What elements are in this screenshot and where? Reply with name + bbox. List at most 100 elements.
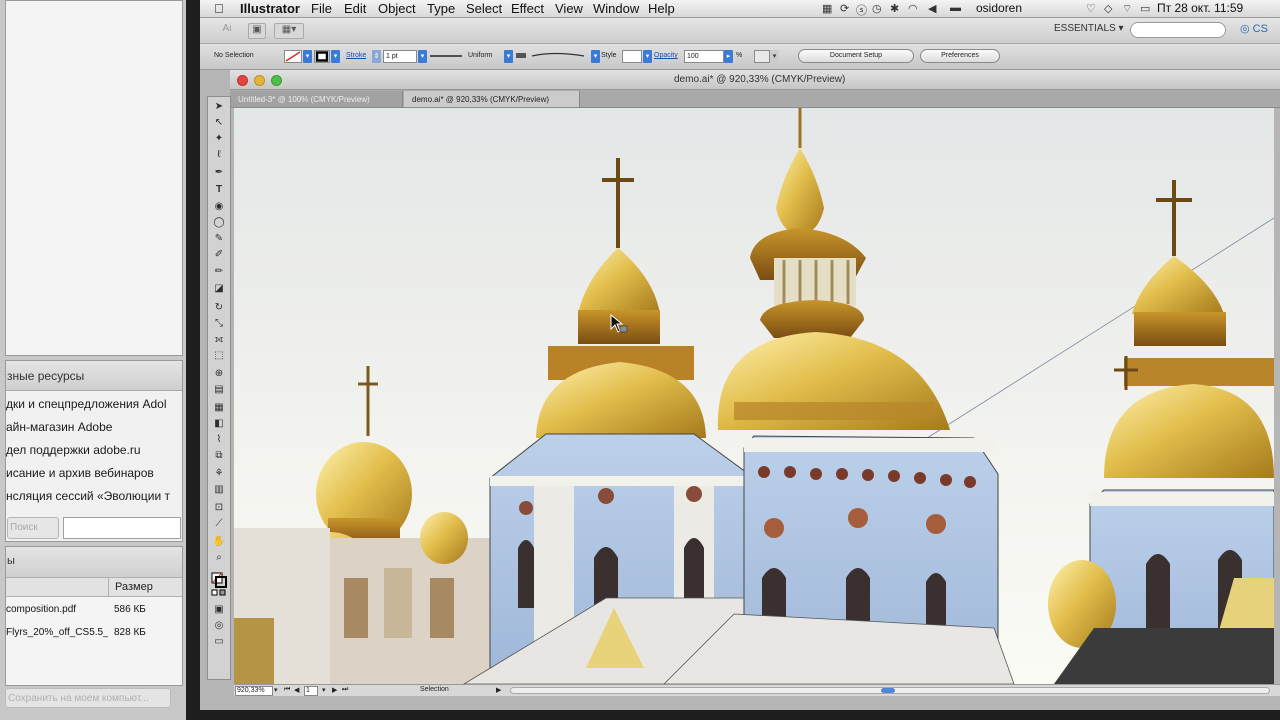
recolor-icon[interactable] xyxy=(754,50,770,63)
menu-help[interactable]: Help xyxy=(648,1,675,16)
volume-icon[interactable]: ◀ xyxy=(928,2,936,15)
stroke-weight-dropdown[interactable]: ▾ xyxy=(418,50,427,63)
menu-edit[interactable]: Edit xyxy=(344,1,366,16)
stroke-weight-field[interactable]: 1 pt xyxy=(383,50,417,63)
last-artboard-icon[interactable]: ⏭ xyxy=(342,686,348,694)
resource-link-store[interactable]: айн-магазин Adobe xyxy=(6,420,182,434)
menu-window[interactable]: Window xyxy=(593,1,639,16)
artboard-number-field[interactable]: 1 xyxy=(304,686,318,696)
variable-width-profile[interactable]: Uniform xyxy=(428,50,504,63)
width-tool-icon[interactable]: ⟗ xyxy=(211,333,227,347)
menu-select[interactable]: Select xyxy=(466,1,502,16)
skype-icon[interactable]: ⓢ xyxy=(856,2,867,18)
timemachine-icon[interactable]: ◷ xyxy=(872,2,882,15)
fill-swatch[interactable] xyxy=(284,50,302,63)
eraser-tool-icon[interactable]: ◪ xyxy=(211,282,227,296)
shape-builder-tool-icon[interactable]: ⊕ xyxy=(211,367,227,381)
pen-tool-icon[interactable]: ✒ xyxy=(211,166,227,180)
brush-dropdown[interactable]: ▾ xyxy=(591,50,600,63)
workspace-switcher[interactable]: ESSENTIALS ▾ xyxy=(1054,23,1124,34)
blend-tool-icon[interactable]: ⧉ xyxy=(211,449,227,463)
spiral-tool-icon[interactable]: ◉ xyxy=(211,200,227,214)
resource-link-sessions[interactable]: нсляция сессий «Эволюции т xyxy=(6,489,182,503)
brush-definition[interactable] xyxy=(514,50,590,63)
current-tool-status[interactable]: Selection xyxy=(420,686,449,693)
dropbox-icon[interactable]: ◇ xyxy=(1104,2,1112,15)
direct-selection-tool-icon[interactable]: ↖ xyxy=(211,116,227,130)
sync-icon[interactable]: ⟳ xyxy=(840,2,849,15)
gradient-tool-icon[interactable]: ◧ xyxy=(211,417,227,431)
profile-dropdown[interactable]: ▾ xyxy=(504,50,513,63)
mesh-tool-icon[interactable]: ▦ xyxy=(211,401,227,415)
spaces-icon[interactable]: ▦ xyxy=(822,2,832,15)
screen-mode-icon[interactable]: ▭ xyxy=(211,635,227,649)
perspective-grid-tool-icon[interactable]: ▤ xyxy=(211,383,227,397)
resource-link-offers[interactable]: дки и спецпредложения Adol xyxy=(6,397,182,411)
document-setup-button[interactable]: Document Setup xyxy=(798,49,914,63)
lasso-tool-icon[interactable]: ℓ xyxy=(211,148,227,162)
battery-icon[interactable]: ▭ xyxy=(1140,2,1150,15)
tab-demo-ai[interactable]: demo.ai* @ 920,33% (CMYK/Preview) xyxy=(404,91,580,107)
file-row[interactable]: Flyrs_20%_off_CS5.5_i 828 КБ xyxy=(6,624,182,642)
horizontal-scrollbar[interactable] xyxy=(510,687,1270,694)
stroke-stepper[interactable]: ⇕ xyxy=(372,50,381,63)
menu-type[interactable]: Type xyxy=(427,1,455,16)
artboard-dropdown-icon[interactable]: ▾ xyxy=(322,686,326,694)
stroke-label[interactable]: Stroke xyxy=(346,52,366,59)
symbol-sprayer-tool-icon[interactable]: ⚘ xyxy=(211,467,227,481)
wifi-signal-icon[interactable]: ⌔ xyxy=(1122,2,1132,16)
ellipse-tool-icon[interactable]: ◯ xyxy=(211,216,227,230)
column-graph-tool-icon[interactable]: ▥ xyxy=(211,483,227,497)
preferences-button[interactable]: Preferences xyxy=(920,49,1000,63)
search-input[interactable] xyxy=(63,517,181,539)
opacity-dropdown[interactable]: ▸ xyxy=(724,50,733,63)
color-mode-icon[interactable]: ▣ xyxy=(211,603,227,617)
paintbrush-tool-icon[interactable]: ✎ xyxy=(211,232,227,246)
save-to-computer-button[interactable]: Сохранить на моем компьют... xyxy=(5,688,171,708)
menu-file[interactable]: File xyxy=(311,1,332,16)
blob-brush-tool-icon[interactable]: ✐ xyxy=(211,248,227,262)
graphic-style-swatch[interactable] xyxy=(622,50,642,63)
wifi-icon[interactable]: ◠ xyxy=(908,2,918,15)
close-button[interactable] xyxy=(237,75,248,86)
draw-mode-icon[interactable]: ◎ xyxy=(211,619,227,633)
apple-icon[interactable]:  xyxy=(214,1,224,16)
style-dropdown[interactable]: ▾ xyxy=(643,50,652,63)
search-button[interactable]: Поиск xyxy=(7,517,59,539)
next-artboard-icon[interactable]: ▶ xyxy=(332,686,337,694)
rotate-tool-icon[interactable]: ↻ xyxy=(211,301,227,315)
resource-link-support[interactable]: дел поддержки adobe.ru xyxy=(6,443,182,457)
heart-icon[interactable]: ♡ xyxy=(1086,2,1096,15)
first-artboard-icon[interactable]: ⏮ xyxy=(284,686,290,694)
type-tool-icon[interactable]: T xyxy=(211,183,227,197)
flag-icon[interactable]: ▬ xyxy=(950,2,961,14)
pencil-tool-icon[interactable]: ✏ xyxy=(211,265,227,279)
fill-dropdown-arrow[interactable]: ▾ xyxy=(303,50,312,63)
resource-link-webinars[interactable]: исание и архив вебинаров xyxy=(6,466,182,480)
clock[interactable]: Пт 28 окт. 11:59 xyxy=(1157,1,1243,15)
stroke-dropdown-arrow[interactable]: ▾ xyxy=(331,50,340,63)
zoom-tool-icon[interactable]: ⌕ xyxy=(211,551,227,565)
cs-live-button[interactable]: ◎ CS xyxy=(1240,22,1268,35)
menu-app-name[interactable]: Illustrator xyxy=(240,1,300,16)
menu-view[interactable]: View xyxy=(555,1,583,16)
size-column-header[interactable]: Размер xyxy=(108,578,182,596)
menu-object[interactable]: Object xyxy=(378,1,416,16)
slice-tool-icon[interactable]: ⟋ xyxy=(211,517,227,531)
zoom-level-field[interactable]: 920,33% xyxy=(235,686,273,696)
zoom-button[interactable] xyxy=(271,75,282,86)
bridge-icon[interactable]: ▣ xyxy=(248,23,266,39)
tab-untitled-3[interactable]: Untitled-3* @ 100% (CMYK/Preview) xyxy=(230,91,403,107)
previous-artboard-icon[interactable]: ◀ xyxy=(294,686,299,694)
selection-tool-icon[interactable]: ➤ xyxy=(211,100,227,114)
help-search-input[interactable] xyxy=(1130,22,1226,38)
status-menu-icon[interactable]: ▶ xyxy=(496,686,501,694)
user-name[interactable]: osidoren xyxy=(976,1,1022,15)
artboard-tool-icon[interactable]: ⊡ xyxy=(211,501,227,515)
menu-effect[interactable]: Effect xyxy=(511,1,544,16)
free-transform-tool-icon[interactable]: ⬚ xyxy=(211,349,227,363)
scale-tool-icon[interactable]: ⤡ xyxy=(211,317,227,331)
stroke-swatch[interactable] xyxy=(314,50,330,63)
bluetooth-icon[interactable]: ✱ xyxy=(890,2,899,15)
fill-stroke-swatches-icon[interactable] xyxy=(211,571,227,597)
